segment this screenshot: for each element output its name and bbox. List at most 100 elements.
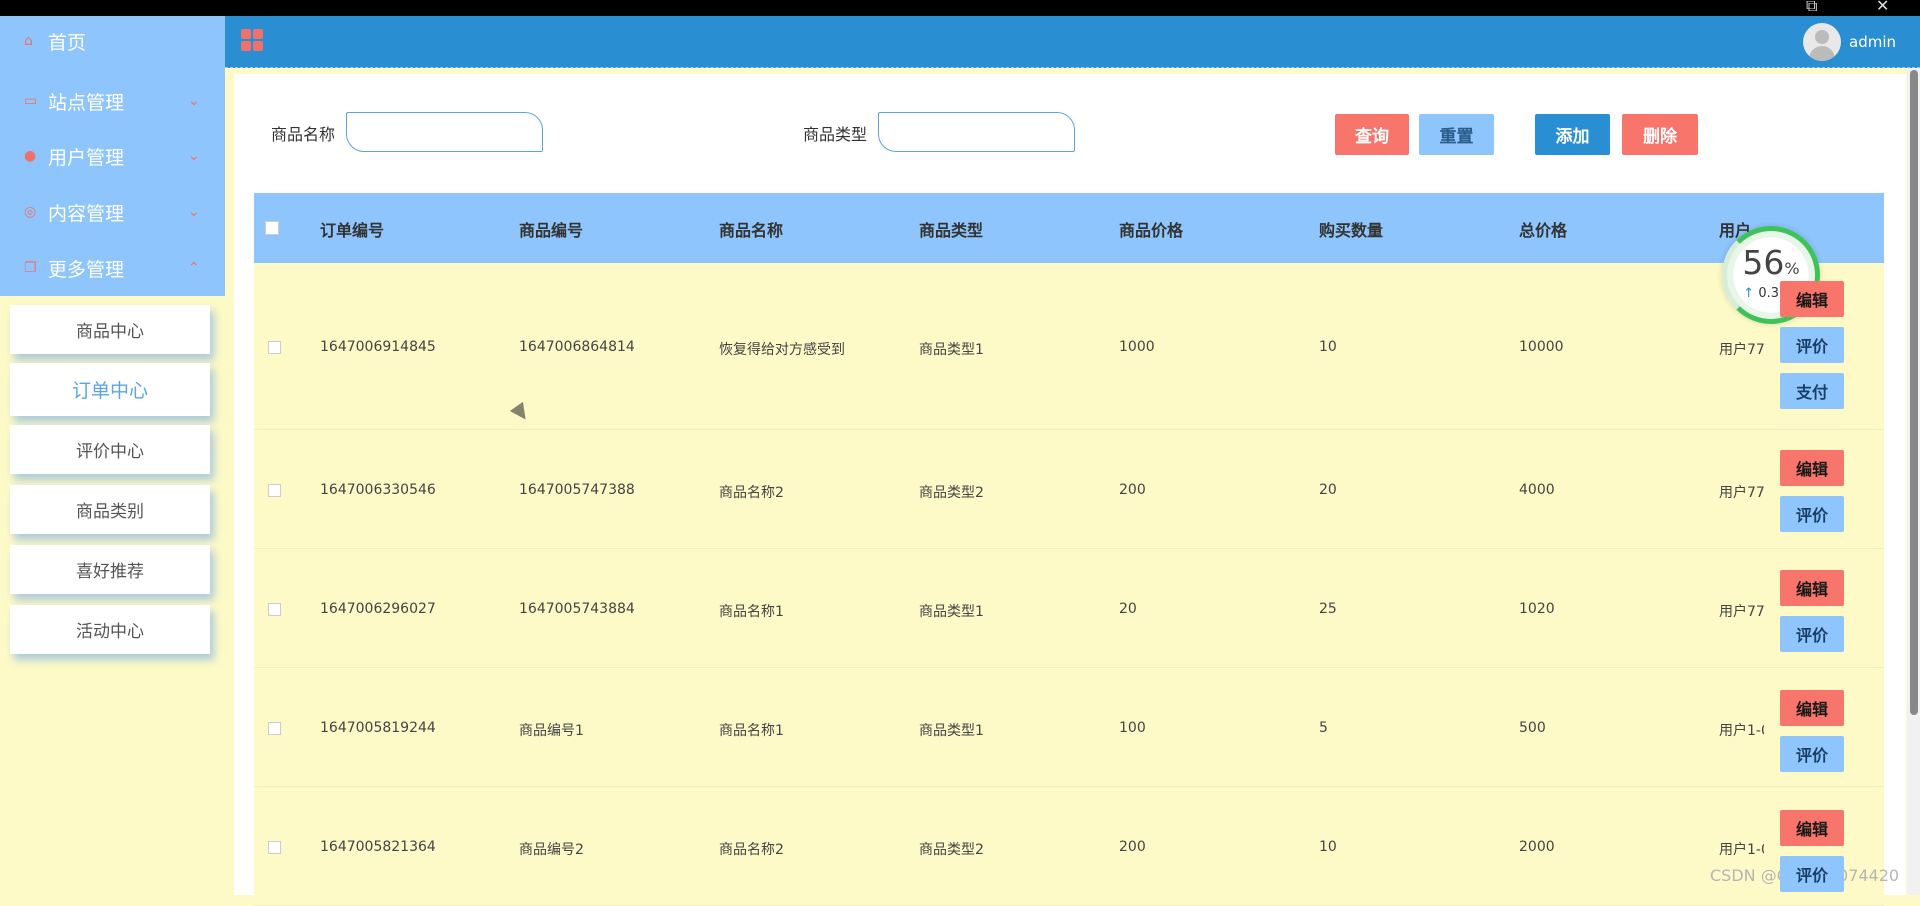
column-header: 商品类型 (919, 221, 984, 240)
pay-button[interactable]: 支付 (1780, 373, 1844, 409)
cell-user: 用户77 (1719, 604, 1764, 620)
select-all-checkbox[interactable] (265, 221, 279, 235)
username-label[interactable]: admin (1849, 33, 1896, 51)
cell-order-no: 1647005819244 (320, 720, 436, 736)
cell-product-no: 商品编号1 (519, 723, 584, 739)
cell-total: 500 (1519, 720, 1546, 736)
cell-product-name: 商品名称2 (719, 485, 784, 501)
product-type-input[interactable] (878, 112, 1075, 152)
orders-table: 订单编号商品编号商品名称商品类型商品价格购买数量总价格用户操作 16470069… (254, 193, 1884, 906)
cell-user: 用户77 (1719, 485, 1764, 501)
edit-button[interactable]: 编辑 (1780, 281, 1844, 317)
chevron-down-icon: ⌄ (188, 148, 200, 164)
row-actions: 编辑 评价 支付 (1780, 281, 1844, 409)
column-header: 商品价格 (1119, 221, 1184, 240)
row-checkbox[interactable] (268, 722, 281, 735)
main-content: 商品名称 商品类型 查询 重置 添加 删除 订单编号 商品编号 商品名称 商品类型 商品… (234, 74, 1906, 906)
row-checkbox[interactable] (268, 341, 281, 354)
cell-price: 200 (1119, 839, 1146, 855)
product-name-label: 商品名称 (271, 125, 336, 144)
sidebar-item-label: 站点管理 (48, 91, 125, 114)
sidebar: ⌂ 首页 ▭ 站点管理 ⌄ ● 用户管理 ⌄ ◎ 内容管理 ⌄ ❐ 更多管理 ⌃ 商品中心 订单中心 评价中心… (0, 0, 225, 895)
row-checkbox[interactable] (268, 603, 281, 616)
cell-total: 2000 (1519, 839, 1555, 855)
cell-product-no: 1647005743884 (519, 601, 635, 617)
column-header: 购买数量 (1319, 221, 1384, 240)
sidebar-item-label: 首页 (48, 31, 87, 54)
review-button[interactable]: 评价 (1780, 616, 1844, 652)
sidebar-item-3[interactable]: ◎ 内容管理 ⌄ (0, 184, 225, 240)
cell-total: 4000 (1519, 482, 1555, 498)
table-row: 1647006296027 1647005743884 商品名称1 商品类型1 20 25… (254, 549, 1884, 668)
user-icon: ● (24, 148, 37, 164)
submenu-item-4[interactable]: 喜好推荐 (10, 545, 210, 594)
scrollbar-thumb[interactable] (1910, 70, 1918, 715)
cell-product-no: 1647006864814 (519, 339, 635, 355)
column-header: 总价格 (1519, 221, 1568, 240)
sidebar-menu: ⌂ 首页 ▭ 站点管理 ⌄ ● 用户管理 ⌄ ◎ 内容管理 ⌄ ❐ 更多管理 ⌃ (0, 0, 225, 296)
window-titlebar: ⧉ ✕ (0, 0, 1920, 16)
row-checkbox[interactable] (268, 484, 281, 497)
cell-product-type: 商品类型2 (919, 842, 984, 858)
upload-arrow-icon: ↑ (1743, 286, 1755, 301)
table-row: 1647005819244 商品编号1 商品名称1 商品类型1 100 5 500 用户1-0 (254, 668, 1884, 787)
row-checkbox[interactable] (268, 841, 281, 854)
edit-button[interactable]: 编辑 (1780, 570, 1844, 606)
close-window-icon[interactable]: ✕ (1876, 0, 1889, 15)
cell-price: 20 (1119, 601, 1137, 617)
menu-toggle-grid-icon[interactable] (241, 29, 263, 51)
column-header: 订单编号 (320, 221, 385, 240)
restore-window-icon[interactable]: ⧉ (1806, 0, 1817, 16)
cell-user: 用户1-0 (1719, 723, 1764, 739)
delete-button[interactable]: 删除 (1622, 114, 1698, 155)
sidebar-item-2[interactable]: ● 用户管理 ⌄ (0, 128, 225, 184)
network-percent: 56% (1742, 243, 1800, 282)
cell-qty: 10 (1319, 839, 1337, 855)
add-button[interactable]: 添加 (1535, 114, 1610, 155)
reset-button[interactable]: 重置 (1419, 114, 1494, 155)
column-header: 商品编号 (519, 221, 584, 240)
monitor-icon: ▭ (24, 93, 38, 109)
submenu-item-1[interactable]: 订单中心 (10, 363, 210, 416)
column-header: 商品名称 (719, 221, 784, 240)
product-name-input[interactable] (346, 112, 543, 152)
table-row: 1647006914845 1647006864814 恢复得给对方感受到 商品类型1… (254, 263, 1884, 430)
edit-button[interactable]: 编辑 (1780, 690, 1844, 726)
sidebar-item-label: 更多管理 (48, 258, 125, 281)
chat-icon: ◎ (24, 204, 37, 220)
sidebar-item-label: 内容管理 (48, 202, 125, 225)
avatar[interactable] (1803, 23, 1841, 61)
cell-order-no: 1647006296027 (320, 601, 436, 617)
cell-user: 用户1-0 (1719, 842, 1764, 858)
review-button[interactable]: 评价 (1780, 327, 1844, 363)
row-actions: 编辑 评价 (1780, 450, 1844, 532)
table-row: 1647005821364 商品编号2 商品名称2 商品类型2 200 10 2000 用户1… (254, 787, 1884, 906)
edit-button[interactable]: 编辑 (1780, 450, 1844, 486)
sidebar-item-1[interactable]: ▭ 站点管理 ⌄ (0, 73, 225, 129)
edit-button[interactable]: 编辑 (1780, 810, 1844, 846)
query-button[interactable]: 查询 (1335, 114, 1409, 155)
cell-order-no: 1647006914845 (320, 339, 436, 355)
cell-product-name: 恢复得给对方感受到 (719, 342, 845, 358)
cell-qty: 20 (1319, 482, 1337, 498)
sidebar-item-4[interactable]: ❐ 更多管理 ⌃ (0, 240, 225, 296)
sidebar-item-label: 用户管理 (48, 146, 125, 169)
review-button[interactable]: 评价 (1780, 736, 1844, 772)
cell-product-name: 商品名称1 (719, 604, 784, 620)
cell-order-no: 1647005821364 (320, 839, 436, 855)
submenu-item-2[interactable]: 评价中心 (10, 425, 210, 474)
submenu-item-0[interactable]: 商品中心 (10, 305, 210, 354)
sidebar-item-0[interactable]: ⌂ 首页 (0, 13, 225, 69)
cell-total: 10000 (1519, 339, 1564, 355)
review-button[interactable]: 评价 (1780, 496, 1844, 532)
cell-total: 1020 (1519, 601, 1555, 617)
review-button[interactable]: 评价 (1780, 856, 1844, 892)
top-header: admin (225, 16, 1920, 68)
chevron-down-icon: ⌄ (188, 204, 200, 220)
cell-product-name: 商品名称2 (719, 842, 784, 858)
submenu-item-3[interactable]: 商品类别 (10, 485, 210, 534)
cell-price: 1000 (1119, 339, 1155, 355)
submenu-item-5[interactable]: 活动中心 (10, 605, 210, 654)
row-actions: 编辑 评价 (1780, 690, 1844, 772)
cell-user: 用户77 (1719, 342, 1764, 358)
